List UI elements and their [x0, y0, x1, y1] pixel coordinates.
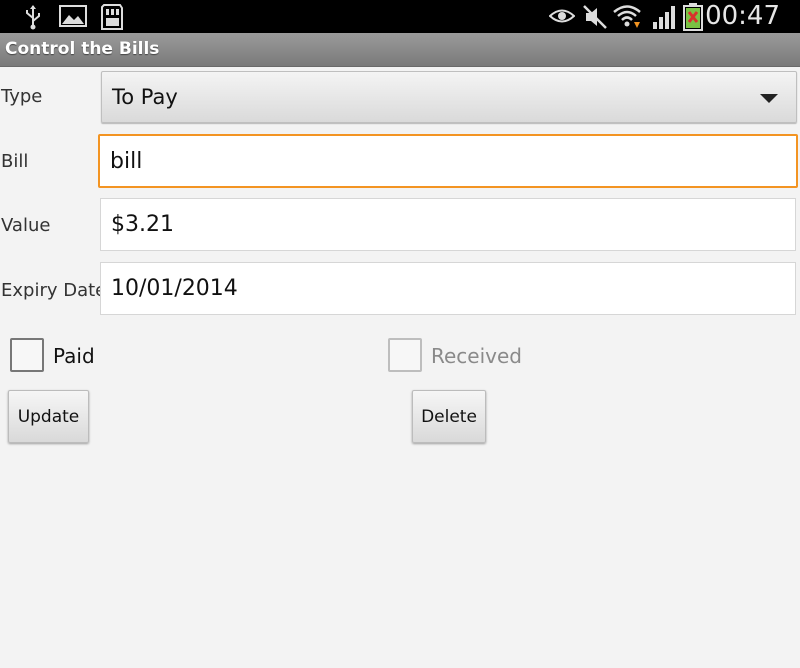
value-label: Value: [1, 215, 51, 236]
value-input[interactable]: [111, 199, 781, 250]
battery-icon: [683, 3, 703, 31]
bill-input[interactable]: [110, 136, 780, 186]
eye-icon: [549, 9, 575, 23]
usb-icon: [26, 5, 40, 30]
type-selected-value: To Pay: [112, 85, 178, 109]
expiry-date-field[interactable]: [100, 262, 796, 315]
dropdown-arrow-icon: [760, 94, 778, 103]
wifi-icon: [613, 5, 641, 28]
signal-icon: [653, 6, 675, 29]
bill-label: Bill: [1, 151, 29, 172]
mute-icon: [583, 5, 607, 29]
delete-button[interactable]: Delete: [412, 390, 486, 443]
image-icon: [59, 5, 87, 27]
status-bar: 00:47: [0, 0, 800, 33]
received-label: Received: [431, 344, 522, 368]
expiry-date-label: Expiry Date: [1, 280, 107, 301]
expiry-date-input[interactable]: [111, 263, 781, 314]
value-field[interactable]: [100, 198, 796, 251]
received-checkbox[interactable]: [388, 338, 422, 372]
app-title: Control the Bills: [5, 39, 160, 59]
type-label: Type: [1, 86, 43, 107]
status-time: 00:47: [705, 1, 780, 31]
paid-label: Paid: [53, 344, 95, 368]
sd-card-icon: [101, 4, 123, 30]
bill-field[interactable]: [98, 134, 798, 188]
paid-checkbox[interactable]: [10, 338, 44, 372]
update-button[interactable]: Update: [8, 390, 89, 443]
action-bar: Control the Bills: [0, 33, 800, 67]
type-spinner[interactable]: To Pay: [101, 71, 797, 123]
